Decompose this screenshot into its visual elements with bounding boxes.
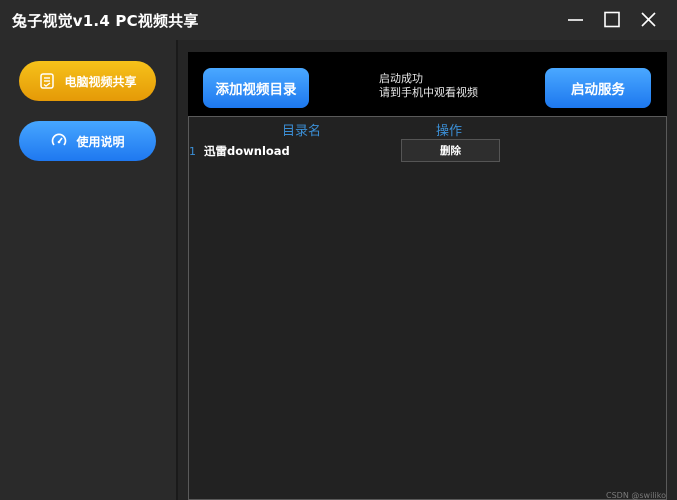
main-content: 添加视频目录 启动成功 请到手机中观看视频 启动服务 目录名 操作 1 迅雷do… bbox=[178, 40, 677, 500]
status-line-success: 启动成功 bbox=[379, 72, 423, 85]
start-service-button[interactable]: 启动服务 bbox=[545, 68, 651, 108]
maximize-button[interactable] bbox=[599, 8, 625, 32]
delete-button[interactable]: 删除 bbox=[401, 139, 500, 162]
minimize-icon bbox=[568, 19, 583, 21]
close-button[interactable] bbox=[636, 8, 662, 32]
directory-name-cell: 迅雷download bbox=[204, 144, 290, 158]
sidebar-item-label: 使用说明 bbox=[76, 134, 125, 149]
add-video-directory-button[interactable]: 添加视频目录 bbox=[203, 68, 309, 108]
column-header-action: 操作 bbox=[436, 124, 463, 139]
row-index: 1 bbox=[189, 145, 196, 158]
status-text: 启动成功 请到手机中观看视频 bbox=[379, 72, 478, 100]
sidebar-item-label: 电脑视频共享 bbox=[64, 74, 137, 89]
title-bar: 兔子视觉v1.4 PC视频共享 bbox=[0, 0, 677, 40]
sidebar-item-instructions[interactable]: 使用说明 bbox=[19, 121, 156, 161]
sidebar bbox=[0, 40, 176, 500]
app-title: 兔子视觉v1.4 PC视频共享 bbox=[12, 12, 199, 30]
maximize-icon bbox=[604, 11, 620, 28]
status-line-hint: 请到手机中观看视频 bbox=[379, 86, 478, 99]
minimize-button[interactable] bbox=[563, 8, 589, 32]
close-icon bbox=[641, 12, 656, 27]
column-header-directory: 目录名 bbox=[282, 124, 322, 139]
watermark: CSDN @swiliko bbox=[606, 491, 666, 500]
sidebar-item-video-share[interactable]: 电脑视频共享 bbox=[19, 61, 156, 101]
document-list-icon bbox=[38, 72, 56, 90]
directory-table: 目录名 操作 1 迅雷download 删除 bbox=[188, 116, 667, 500]
toolbar: 添加视频目录 启动成功 请到手机中观看视频 启动服务 bbox=[188, 52, 667, 116]
gauge-icon bbox=[50, 132, 68, 150]
